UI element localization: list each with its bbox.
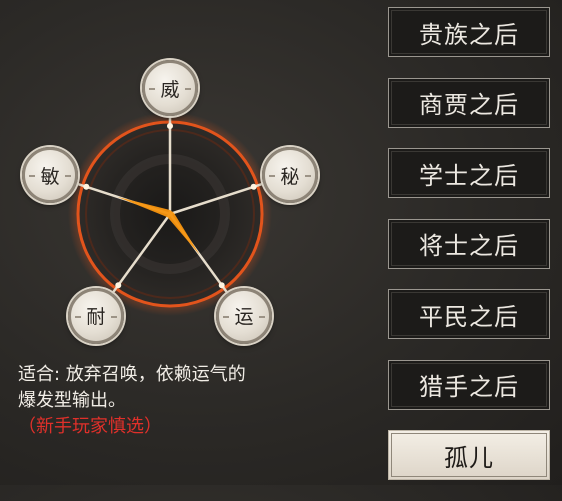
origin-button-scholar[interactable]: 学士之后 [388,148,550,198]
stat-node-nai: 耐 [67,287,124,344]
stat-node-mi: 秘 [261,147,318,204]
stat-node-min: 敏 [22,147,79,204]
vertex-dot-min [83,183,90,190]
origin-button-orphan[interactable]: 孤儿 [388,430,550,480]
description-line-2: 爆发型输出。 [18,390,126,411]
radar-chart: 威 秘 运 耐 敏 [0,0,360,360]
origin-button-commoner[interactable]: 平民之后 [388,289,550,339]
origin-description: 适合: 放弃召唤，依赖运气的 爆发型输出。 （新手玩家慎选） [18,362,358,440]
origin-button-soldier[interactable]: 将士之后 [388,218,550,269]
origin-list: 贵族之后 商贾之后 学士之后 将士之后 平民之后 猎手之后 孤儿 [388,7,550,501]
origin-button-merchant[interactable]: 商贾之后 [388,77,550,128]
stat-node-yun: 运 [216,287,273,344]
stat-node-wei: 威 [142,60,198,116]
description-line-1: 适合: 放弃召唤，依赖运气的 [18,364,246,385]
vertex-dot-nai [115,282,122,289]
origin-button-hunter[interactable]: 猎手之后 [388,359,550,410]
beginner-warning: （新手玩家慎选） [18,416,162,437]
origin-button-noble[interactable]: 贵族之后 [388,7,550,57]
vertex-dot-yun [218,282,225,289]
vertex-dot-mi [250,183,257,190]
vertex-dot-wei [167,123,173,129]
